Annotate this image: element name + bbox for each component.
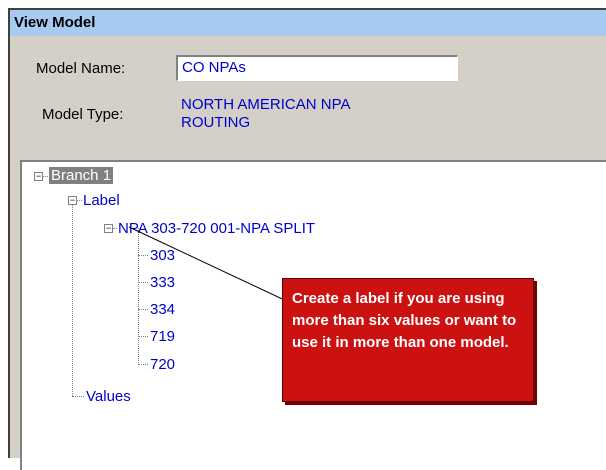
tree-line	[43, 176, 48, 177]
tree-value-303[interactable]: 303	[150, 247, 175, 264]
tree-value-720[interactable]: 720	[150, 356, 175, 373]
collapse-branch-icon[interactable]: −	[34, 172, 43, 181]
tree-line	[138, 309, 148, 310]
tree-value-719[interactable]: 719	[150, 328, 175, 345]
model-type-line-1: NORTH AMERICAN NPA	[181, 96, 351, 113]
tree-line	[138, 255, 148, 256]
tree-value-333[interactable]: 333	[150, 274, 175, 291]
tree-node-label[interactable]: Label	[83, 192, 120, 209]
window-title: View Model	[10, 10, 606, 36]
tree-value-334[interactable]: 334	[150, 301, 175, 318]
collapse-label-icon[interactable]: −	[68, 196, 77, 205]
tree-line	[138, 282, 148, 283]
tree-line	[138, 336, 148, 337]
model-type-label: Model Type:	[42, 106, 124, 123]
model-name-label: Model Name:	[36, 60, 126, 77]
tree-line	[77, 200, 82, 201]
tree-line	[72, 396, 84, 397]
tree-node-branch[interactable]: Branch 1	[49, 167, 114, 184]
model-name-field[interactable]: CO NPAs	[176, 55, 458, 81]
tree-line	[138, 228, 139, 365]
tree-node-values[interactable]: Values	[86, 388, 131, 405]
tree-line	[138, 364, 148, 365]
tree-line	[72, 200, 73, 396]
collapse-npa-icon[interactable]: −	[104, 224, 113, 233]
model-type-value: NORTH AMERICAN NPA ROUTING	[181, 96, 441, 132]
tree-line	[113, 228, 117, 229]
callout-tooltip: Create a label if you are using more tha…	[282, 278, 534, 402]
tree-node-npa-split[interactable]: NPA 303-720 001-NPA SPLIT	[118, 220, 315, 237]
model-type-line-2: ROUTING	[181, 114, 251, 131]
